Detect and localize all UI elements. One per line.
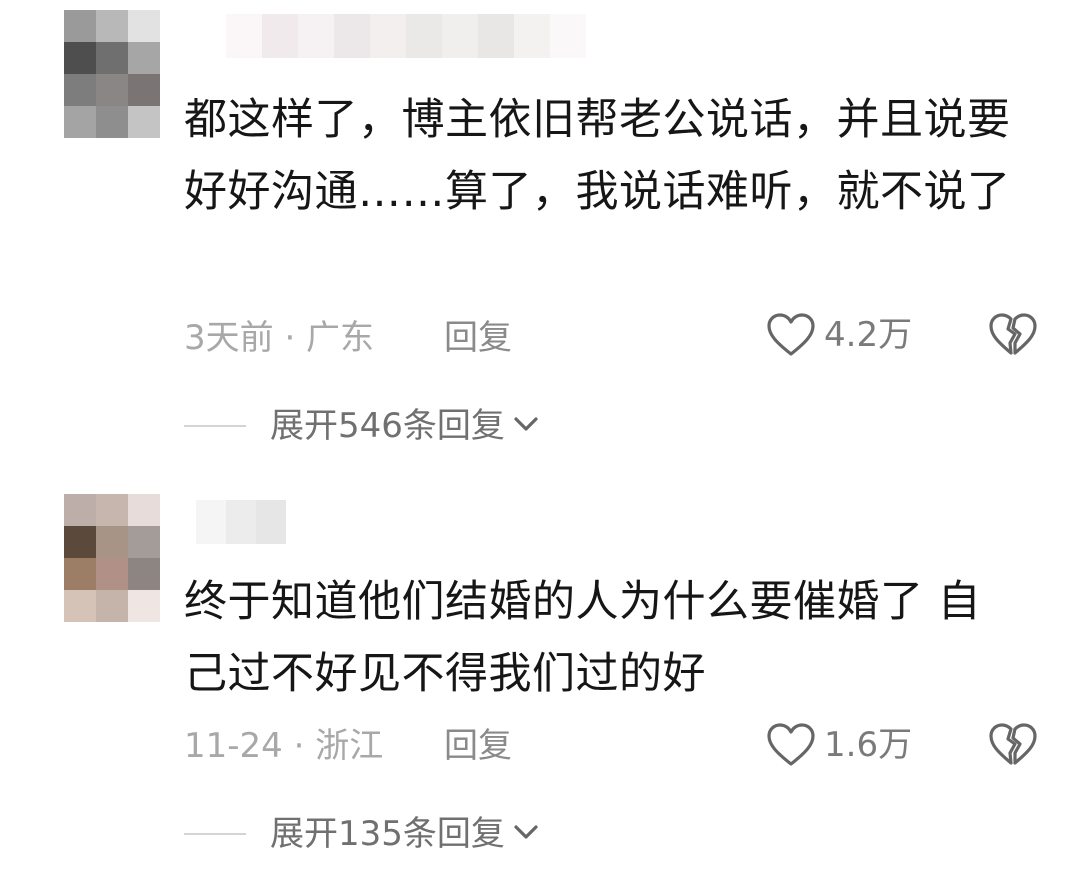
expand-replies[interactable]: 展开135条回复 [184, 814, 539, 854]
avatar[interactable] [64, 10, 160, 138]
broken-heart-icon [988, 312, 1038, 358]
heart-outline-icon [766, 722, 816, 768]
like-button[interactable]: 4.2万 [766, 312, 912, 358]
comment-text: 都这样了，博主依旧帮老公说话，并且说要好好沟通……算了，我说话难听，就不说了 [184, 95, 1011, 217]
comment-item: 都这样了，博主依旧帮老公说话，并且说要好好沟通……算了，我说话难听，就不说了 3… [0, 0, 1080, 470]
like-button[interactable]: 1.6万 [766, 722, 912, 768]
reply-button[interactable]: 回复 [444, 726, 512, 766]
divider [184, 833, 246, 835]
comment-item: 终于知道他们结婚的人为什么要催婚了 自己过不好见不得我们过的好 11-24 · … [0, 470, 1080, 878]
like-count: 1.6万 [824, 725, 913, 765]
username[interactable] [226, 14, 586, 58]
chevron-down-icon [513, 823, 539, 845]
divider [184, 425, 246, 427]
dislike-button[interactable] [988, 312, 1038, 358]
expand-replies-label: 展开546条回复 [270, 406, 505, 446]
avatar[interactable] [64, 494, 160, 622]
dislike-button[interactable] [988, 722, 1038, 768]
username[interactable] [196, 500, 286, 544]
expand-replies[interactable]: 展开546条回复 [184, 406, 539, 446]
reply-button[interactable]: 回复 [444, 318, 512, 358]
expand-replies-label: 展开135条回复 [270, 814, 505, 854]
chevron-down-icon [513, 415, 539, 437]
like-count: 4.2万 [824, 315, 913, 355]
time-location: 11-24 · 浙江 [184, 726, 384, 766]
broken-heart-icon [988, 722, 1038, 768]
time-location: 3天前 · 广东 [184, 318, 375, 358]
comment-text: 终于知道他们结婚的人为什么要催婚了 自己过不好见不得我们过的好 [184, 577, 982, 699]
heart-outline-icon [766, 312, 816, 358]
